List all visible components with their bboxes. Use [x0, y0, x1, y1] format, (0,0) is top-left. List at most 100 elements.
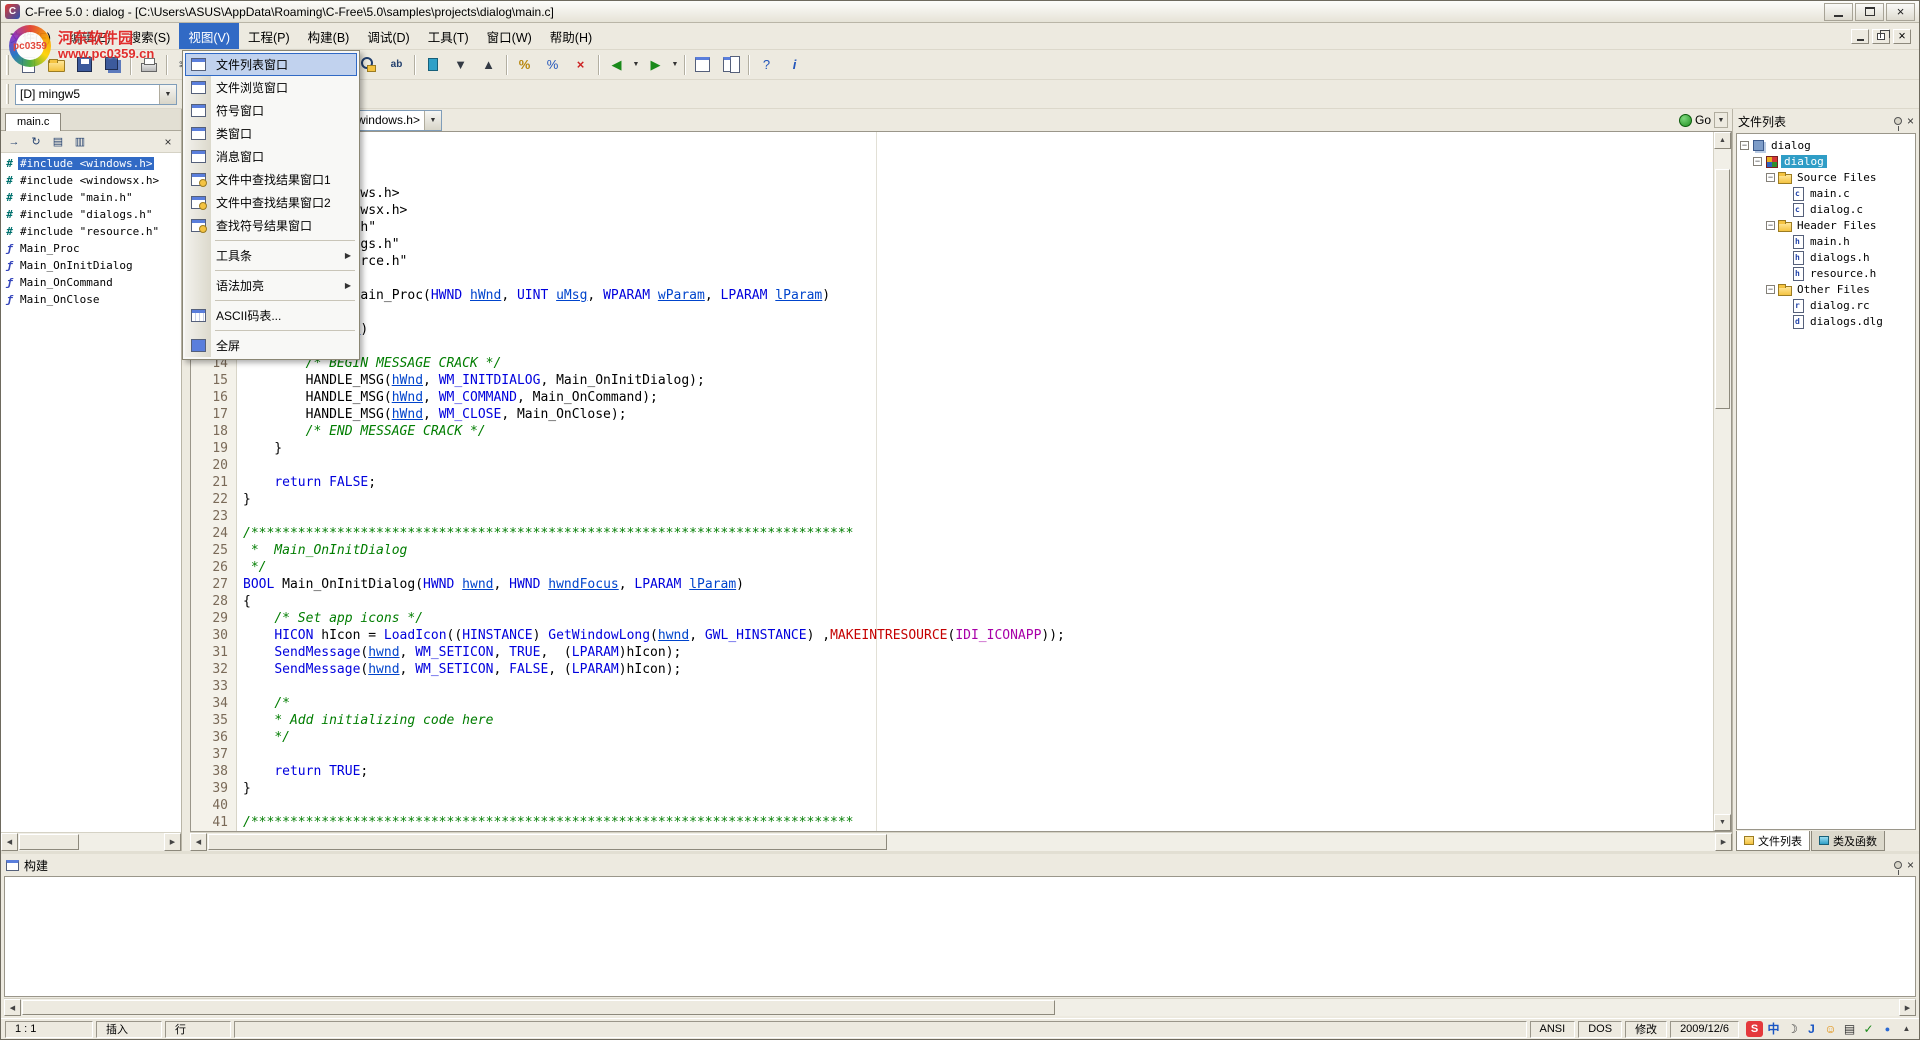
symbol-item[interactable]: ƒMain_Proc	[1, 240, 181, 257]
symbol-item[interactable]: ƒMain_OnInitDialog	[1, 257, 181, 274]
scroll-thumb[interactable]	[208, 834, 887, 850]
tree-collapse-icon[interactable]: −	[1766, 173, 1775, 182]
toolbar-grip[interactable]	[6, 55, 9, 75]
minimize-button[interactable]	[1824, 3, 1853, 21]
scroll-left-icon[interactable]: ◀	[4, 999, 21, 1016]
tree-node-dialogs-h[interactable]: hdialogs.h	[1737, 249, 1915, 265]
build-button[interactable]: %	[539, 53, 566, 77]
scroll-right-icon[interactable]: ▶	[1715, 833, 1732, 851]
scroll-track[interactable]	[18, 833, 164, 851]
tree-node-dialog[interactable]: −dialog	[1737, 137, 1915, 153]
view-menu-item-class-window[interactable]: 类窗口	[185, 122, 357, 145]
tree-node-dialog-rc[interactable]: rdialog.rc	[1737, 297, 1915, 313]
vscroll-track[interactable]	[1714, 149, 1731, 814]
menu-window[interactable]: 窗口(W)	[478, 23, 541, 49]
files-panel-close-icon[interactable]: ×	[1907, 115, 1914, 127]
next-bookmark-button[interactable]: ▼	[447, 53, 474, 77]
view-menu-item-语法加亮[interactable]: 语法加亮▶	[185, 274, 357, 297]
tab-classes-functions[interactable]: 类及函数	[1811, 831, 1885, 851]
go-button[interactable]: Go	[1695, 113, 1711, 127]
symbol-item[interactable]: ##include <windowsx.h>	[1, 172, 181, 189]
symbol-item[interactable]: ##include "resource.h"	[1, 223, 181, 240]
navigate-forward-dropdown-icon[interactable]: ▼	[670, 54, 680, 76]
vscroll-thumb[interactable]	[1715, 169, 1730, 409]
tree-node-dialog-c[interactable]: cdialog.c	[1737, 201, 1915, 217]
navigate-back-button[interactable]: ◀	[603, 53, 630, 77]
tree-node-main-c[interactable]: cmain.c	[1737, 185, 1915, 201]
navigate-forward-button[interactable]: ▶	[642, 53, 669, 77]
view-menu-item-find-in-files-results1[interactable]: 文件中查找结果窗口1	[185, 168, 357, 191]
soft-keyboard-icon[interactable]: ▤	[1841, 1021, 1858, 1037]
menu-view[interactable]: 视图(V)	[179, 23, 239, 49]
symbols-panel-close-icon[interactable]: ×	[158, 133, 178, 151]
scroll-up-icon[interactable]: ▲	[1714, 132, 1731, 149]
mdi-close-button[interactable]: ×	[1893, 29, 1911, 44]
symbol-nav-combo-arrow-icon[interactable]: ▼	[424, 111, 441, 130]
replace-button[interactable]: ab	[383, 53, 410, 77]
pin-icon[interactable]	[1894, 117, 1902, 125]
open-file-button[interactable]	[43, 53, 70, 77]
symbol-item[interactable]: ƒMain_OnCommand	[1, 274, 181, 291]
maximize-button[interactable]	[1855, 3, 1884, 21]
full-half-width-moon-icon[interactable]: ☽	[1784, 1021, 1801, 1037]
new-window-button[interactable]	[689, 53, 716, 77]
tree-node-resource-h[interactable]: hresource.h	[1737, 265, 1915, 281]
view-menu-item-file-browser-window[interactable]: 文件浏览窗口	[185, 76, 357, 99]
view-menu-item-file-list-window[interactable]: 文件列表窗口	[185, 53, 357, 76]
sogou-pinyin-icon[interactable]: S	[1746, 1021, 1763, 1037]
scroll-thumb[interactable]	[19, 834, 79, 850]
tree-collapse-icon[interactable]: −	[1766, 221, 1775, 230]
navigate-back-dropdown-icon[interactable]: ▼	[631, 54, 641, 76]
build-output[interactable]	[4, 876, 1916, 997]
scroll-right-icon[interactable]: ▶	[164, 833, 181, 851]
view-menu-item-ascii-table[interactable]: ASCII码表...	[185, 304, 357, 327]
view-menu-item-fullscreen[interactable]: 全屏	[185, 334, 357, 357]
tab-file-list[interactable]: 文件列表	[1736, 831, 1810, 851]
scroll-down-icon[interactable]: ▼	[1714, 814, 1731, 831]
menu-build[interactable]: 构建(B)	[299, 23, 359, 49]
previous-bookmark-button[interactable]: ▲	[475, 53, 502, 77]
tile-windows-button[interactable]	[717, 53, 744, 77]
go-dropdown-icon[interactable]: ▼	[1714, 112, 1728, 128]
scroll-left-icon[interactable]: ◀	[1, 833, 18, 851]
scroll-track[interactable]	[207, 833, 1715, 851]
help-button[interactable]: ?	[753, 53, 780, 77]
input-language-chinese-icon[interactable]: 中	[1765, 1021, 1782, 1037]
check-settings-icon[interactable]: ✓	[1860, 1021, 1877, 1037]
compiler-combo-arrow-icon[interactable]: ▼	[159, 85, 176, 104]
refresh-symbols-button[interactable]: ↻	[26, 133, 46, 151]
scroll-right-icon[interactable]: ▶	[1899, 999, 1916, 1016]
view-menu-item-symbol-window[interactable]: 符号窗口	[185, 99, 357, 122]
menu-help[interactable]: 帮助(H)	[541, 23, 601, 49]
sogou-j-mode-icon[interactable]: J	[1803, 1021, 1820, 1037]
symbol-item[interactable]: ##include <windows.h>	[1, 155, 181, 172]
tree-node-header-files[interactable]: −Header Files	[1737, 217, 1915, 233]
view-menu-item-工具条[interactable]: 工具条▶	[185, 244, 357, 267]
symbol-item[interactable]: ##include "main.h"	[1, 189, 181, 206]
about-button[interactable]: i	[781, 53, 808, 77]
save-button[interactable]	[71, 53, 98, 77]
build-pin-icon[interactable]	[1894, 861, 1902, 869]
mdi-minimize-button[interactable]	[1851, 29, 1869, 44]
scroll-thumb[interactable]	[22, 1000, 1055, 1015]
symbol-options-button[interactable]: ▥	[70, 133, 90, 151]
symbol-item[interactable]: ##include "dialogs.h"	[1, 206, 181, 223]
compiler-combo[interactable]: [D] mingw5 ▼	[15, 84, 177, 105]
view-menu-item-find-in-files-results2[interactable]: 文件中查找结果窗口2	[185, 191, 357, 214]
menu-tools[interactable]: 工具(T)	[419, 23, 478, 49]
scroll-left-icon[interactable]: ◀	[190, 833, 207, 851]
language-bar-expand-icon[interactable]: ▲	[1898, 1021, 1915, 1037]
symbol-item[interactable]: ƒMain_OnClose	[1, 291, 181, 308]
close-button[interactable]: ×	[1886, 3, 1915, 21]
menu-debug[interactable]: 调试(D)	[358, 23, 418, 49]
symbol-view-mode-button[interactable]: ▤	[48, 133, 68, 151]
tree-node-dialog[interactable]: −dialog	[1737, 153, 1915, 169]
view-menu-item-find-symbol-results[interactable]: 查找符号结果窗口	[185, 214, 357, 237]
menu-edit[interactable]: 编辑(E)	[60, 23, 120, 49]
tree-node-main-h[interactable]: hmain.h	[1737, 233, 1915, 249]
print-button[interactable]	[135, 53, 162, 77]
menu-project[interactable]: 工程(P)	[239, 23, 299, 49]
build-close-icon[interactable]: ×	[1907, 859, 1914, 871]
menu-search[interactable]: 搜索(S)	[120, 23, 180, 49]
jump-to-symbol-button[interactable]: →	[4, 133, 24, 151]
